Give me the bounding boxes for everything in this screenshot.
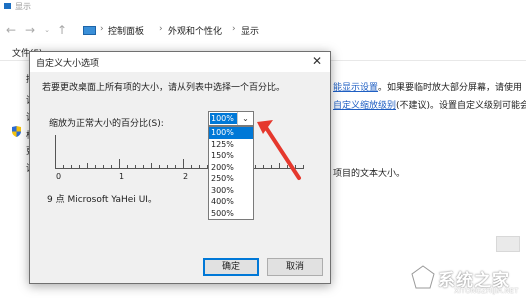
breadcrumb-display[interactable]: 显示 (241, 24, 259, 37)
scale-option[interactable]: 300% (209, 185, 253, 197)
font-sample-text: 9 点 Microsoft YaHei UI。 (47, 195, 157, 205)
scale-label: 缩放为正常大小的百分比(S): (49, 119, 164, 129)
ruler-tick (159, 165, 160, 169)
ruler-tick (175, 165, 176, 169)
address-bar: ← → ⌄ ↑ › 控制面板 › 外观和个性化 › 显示 (0, 20, 526, 42)
watermark-logo-icon (410, 264, 436, 290)
ruler-tick (143, 165, 144, 169)
ruler-tick (87, 163, 88, 169)
forward-arrow-icon[interactable]: → (23, 23, 37, 37)
ruler-tick (167, 165, 168, 169)
ruler-tick (183, 159, 184, 169)
ruler-tick (71, 165, 72, 169)
ruler-number: 0 (56, 172, 62, 181)
up-arrow-icon[interactable]: ↑ (55, 23, 69, 37)
ruler-tick (119, 159, 120, 169)
scale-option[interactable]: 250% (209, 173, 253, 185)
custom-scaling-link[interactable]: 自定义缩放级别 (333, 101, 396, 111)
dialog-title: 自定义大小选项 (36, 59, 100, 69)
ruler-tick (127, 165, 128, 169)
watermark: 系统之家 XITONGZHIJIA.NET (410, 262, 522, 296)
close-icon[interactable]: ✕ (310, 54, 324, 68)
ruler-number: 1 (119, 172, 125, 181)
scale-option[interactable]: 500% (209, 208, 253, 220)
ruler-tick (95, 165, 96, 169)
background-titlebar: 显示 (0, 0, 526, 14)
ruler-tick (135, 165, 136, 169)
ruler-number: 2 (183, 172, 189, 181)
scale-option[interactable]: 200% (209, 162, 253, 174)
ok-button[interactable]: 确定 (203, 258, 259, 276)
scale-combobox-value: 100% (210, 113, 237, 124)
scale-combobox[interactable]: 100% ⌄ (208, 111, 254, 126)
dialog-instruction: 若要更改桌面上所有项的大小，请从列表中选择一个百分比。 (42, 83, 286, 93)
breadcrumb-appearance[interactable]: 外观和个性化 (168, 24, 222, 37)
ruler-tick (191, 165, 192, 169)
background-apply-button[interactable] (496, 236, 520, 252)
ruler-tick (111, 165, 112, 169)
watermark-url: XITONGZHIJIA.NET (454, 287, 519, 295)
chevron-down-icon[interactable]: ⌄ (237, 112, 253, 125)
ruler-tick (151, 163, 152, 169)
cancel-button[interactable]: 取消 (267, 258, 323, 276)
breadcrumb-separator: › (232, 24, 236, 34)
back-arrow-icon[interactable]: ← (4, 23, 18, 37)
background-text-line: 项目的文本大小。 (333, 169, 406, 179)
background-window-title: 显示 (15, 2, 31, 11)
ruler-tick (55, 159, 56, 169)
address-field[interactable]: › 控制面板 › 外观和个性化 › 显示 (75, 23, 526, 39)
shield-icon (12, 126, 21, 137)
red-pointer-arrow (257, 120, 301, 180)
ruler-tick (63, 165, 64, 169)
breadcrumb-separator: › (159, 24, 163, 34)
breadcrumb-separator: › (100, 24, 104, 34)
breadcrumb-control-panel[interactable]: 控制面板 (108, 24, 144, 37)
ruler-tick (103, 165, 104, 169)
smart-display-settings-link[interactable]: 能显示设置 (333, 83, 378, 93)
computer-icon (83, 26, 96, 35)
background-text-line: 自定义缩放级别(不建议)。设置自定义级别可能会 (333, 101, 526, 111)
recent-dropdown-icon[interactable]: ⌄ (40, 23, 54, 37)
scale-option[interactable]: 400% (209, 196, 253, 208)
ruler-tick (79, 165, 80, 169)
ruler-tick (199, 165, 200, 169)
background-text-line: 能显示设置。如果要临时放大部分屏幕，请使用 (333, 83, 523, 93)
display-app-icon (4, 3, 11, 9)
dialog-titlebar[interactable]: 自定义大小选项 ✕ (30, 52, 330, 72)
scale-option[interactable]: 150% (209, 150, 253, 162)
scale-option[interactable]: 100% (209, 127, 253, 139)
scale-option[interactable]: 125% (209, 139, 253, 151)
scale-dropdown-list: 100% 125% 150% 200% 250% 300% 400% 500% (208, 126, 254, 220)
